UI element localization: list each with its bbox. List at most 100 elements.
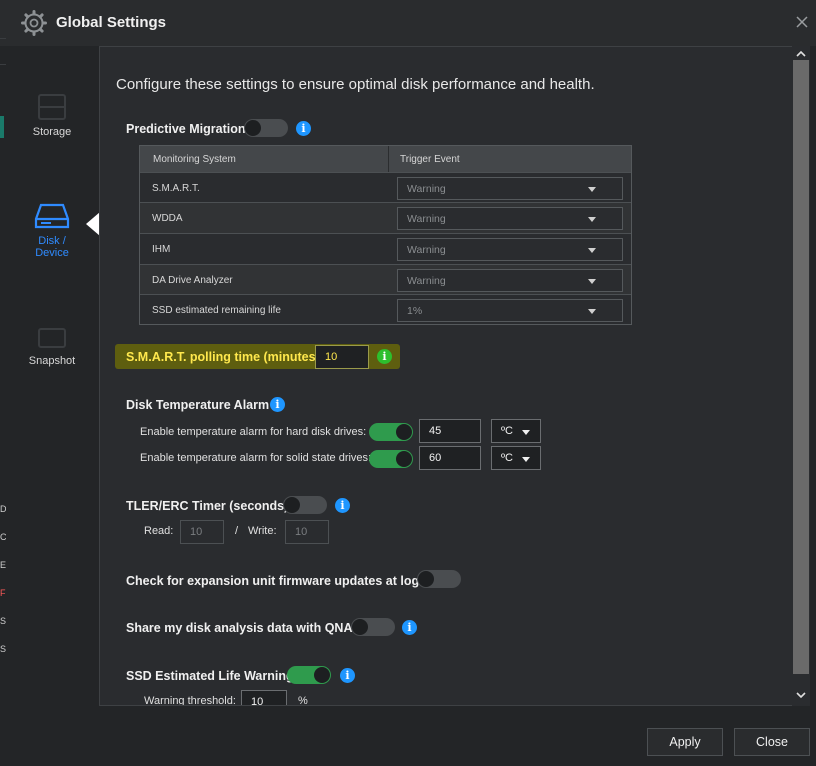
toggle-knob	[245, 120, 261, 136]
sidebar-item-snapshot[interactable]: Snapshot	[12, 325, 92, 367]
monitoring-system-name: DA Drive Analyzer	[152, 275, 233, 286]
select-value: ºC	[501, 425, 513, 437]
toggle-knob	[314, 667, 330, 683]
info-icon[interactable]: i	[335, 498, 350, 513]
intro-text: Configure these settings to ensure optim…	[116, 76, 595, 93]
share-data-toggle[interactable]	[351, 618, 395, 636]
monitoring-system-name: WDDA	[152, 213, 183, 224]
toggle-knob	[418, 571, 434, 587]
caret-down-icon	[588, 217, 596, 222]
read-timer-input[interactable]	[180, 520, 224, 544]
table-row: WDDA Warning	[140, 202, 631, 233]
close-button[interactable]: Close	[734, 728, 810, 756]
ssd-temperature-input[interactable]	[419, 446, 481, 470]
selection-pointer	[86, 212, 100, 236]
select-value: Warning	[407, 275, 446, 287]
close-icon[interactable]	[794, 14, 810, 30]
sidebar-item-label: Device	[35, 247, 69, 259]
info-icon[interactable]: i	[270, 397, 285, 412]
smart-polling-label: S.M.A.R.T. polling time (minutes)	[126, 350, 320, 364]
ssd-life-warning-label: SSD Estimated Life Warning	[126, 669, 294, 683]
ssd-life-warning-toggle[interactable]	[287, 666, 331, 684]
caret-down-icon	[522, 457, 530, 462]
column-header: Trigger Event	[400, 154, 460, 165]
sidebar-item-storage[interactable]: Storage	[12, 92, 92, 138]
predictive-migration-label: Predictive Migration	[126, 122, 246, 136]
tler-toggle[interactable]	[283, 496, 327, 514]
monitoring-table: Monitoring System Trigger Event S.M.A.R.…	[139, 145, 632, 325]
hdd-temperature-input[interactable]	[419, 419, 481, 443]
window-title: Global Settings	[56, 14, 167, 31]
background-accent	[0, 116, 4, 138]
table-row: SSD estimated remaining life 1%	[140, 294, 631, 325]
background-text: F	[0, 588, 6, 598]
trigger-event-select[interactable]: Warning	[397, 207, 623, 230]
hdd-unit-select[interactable]: ºC	[491, 419, 541, 443]
storage-icon	[38, 94, 66, 120]
caret-down-icon	[588, 187, 596, 192]
read-label: Read:	[144, 525, 174, 537]
apply-button[interactable]: Apply	[647, 728, 723, 756]
table-row: IHM Warning	[140, 233, 631, 264]
monitoring-system-name: S.M.A.R.T.	[152, 183, 200, 194]
chevron-down-icon[interactable]	[794, 688, 808, 702]
smart-polling-input[interactable]	[315, 345, 369, 369]
caret-down-icon	[588, 248, 596, 253]
sidebar-item-disk-device[interactable]: Disk / Device	[12, 201, 92, 259]
monitoring-system-name: IHM	[152, 244, 171, 255]
temperature-alarm-label: Disk Temperature Alarm	[126, 398, 270, 412]
table-row: S.M.A.R.T. Warning	[140, 172, 631, 203]
hdd-alarm-toggle[interactable]	[369, 423, 413, 441]
write-label: Write:	[248, 525, 277, 537]
trigger-event-select[interactable]: 1%	[397, 299, 623, 322]
trigger-event-select[interactable]: Warning	[397, 177, 623, 200]
toggle-knob	[396, 424, 412, 440]
ssd-alarm-toggle[interactable]	[369, 450, 413, 468]
column-divider	[388, 146, 389, 172]
expansion-firmware-toggle[interactable]	[417, 570, 461, 588]
trigger-event-select[interactable]: Warning	[397, 238, 623, 261]
sidebar-item-label: Storage	[32, 126, 72, 138]
hdd-alarm-label: Enable temperature alarm for hard disk d…	[140, 426, 367, 438]
title-bar: Global Settings	[0, 0, 816, 46]
column-header: Monitoring System	[153, 154, 236, 165]
table-header: Monitoring System Trigger Event	[140, 146, 631, 172]
snapshot-icon	[38, 328, 66, 348]
select-value: ºC	[501, 452, 513, 464]
info-icon[interactable]: i	[296, 121, 311, 136]
toggle-knob	[396, 451, 412, 467]
chevron-up-icon[interactable]	[794, 47, 808, 61]
gear-icon	[21, 10, 47, 36]
info-icon[interactable]: i	[402, 620, 417, 635]
select-value: 1%	[407, 305, 423, 317]
background-text: S	[0, 644, 6, 654]
disk-device-icon	[34, 203, 70, 229]
background-text: E	[0, 560, 6, 570]
scrollbar-thumb[interactable]	[793, 60, 809, 674]
select-value: Warning	[407, 213, 446, 225]
toggle-knob	[352, 619, 368, 635]
sidebar-item-label: Disk /	[38, 235, 66, 247]
caret-down-icon	[588, 309, 596, 314]
background-text: C	[0, 532, 6, 542]
toggle-knob	[284, 497, 300, 513]
background-text: D	[0, 504, 6, 514]
ssd-unit-select[interactable]: ºC	[491, 446, 541, 470]
table-row: DA Drive Analyzer Warning	[140, 264, 631, 295]
trigger-event-select[interactable]: Warning	[397, 269, 623, 292]
predictive-migration-toggle[interactable]	[244, 119, 288, 137]
read-write-separator: /	[235, 525, 239, 537]
sidebar-item-label: Snapshot	[28, 355, 76, 367]
background-divider	[0, 38, 6, 39]
write-timer-input[interactable]	[285, 520, 329, 544]
percent-unit: %	[298, 695, 308, 705]
caret-down-icon	[588, 279, 596, 284]
caret-down-icon	[522, 430, 530, 435]
select-value: Warning	[407, 183, 446, 195]
warning-threshold-input[interactable]	[241, 690, 287, 705]
info-icon[interactable]: i	[340, 668, 355, 683]
info-icon[interactable]: i	[377, 349, 392, 364]
select-value: Warning	[407, 244, 446, 256]
clipped-row: Warning threshold: %	[100, 690, 792, 705]
background-text: S	[0, 616, 6, 626]
